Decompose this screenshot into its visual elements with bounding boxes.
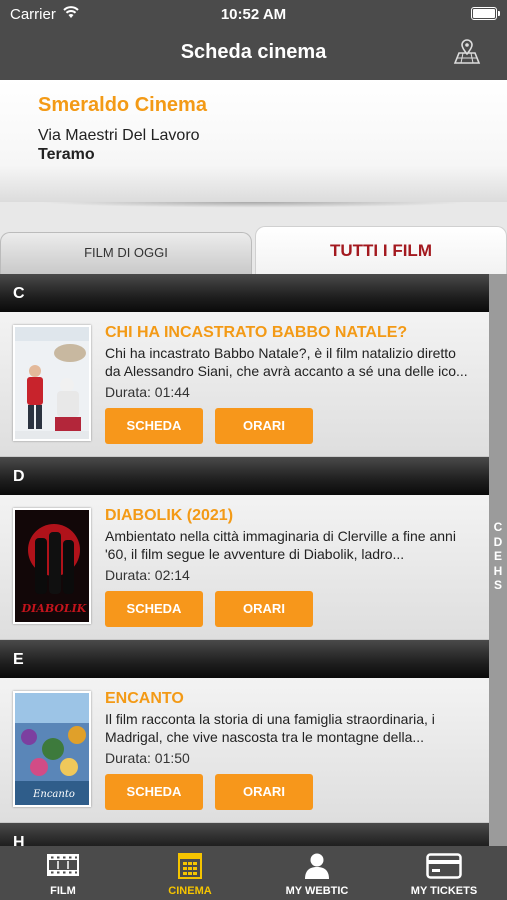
index-letter-d[interactable]: D [489, 535, 507, 550]
cinema-building-icon [127, 851, 253, 879]
header-shadow [0, 202, 507, 218]
tab-my-webtic-label: MY WEBTIC [285, 885, 349, 897]
orari-button[interactable]: ORARI [215, 591, 313, 627]
cinema-city: Teramo [38, 146, 95, 163]
index-letter-h[interactable]: H [489, 564, 507, 579]
top-bar: Carrier 10:52 AM Scheda cinema [0, 0, 507, 80]
film-item[interactable]: Encanto ENCANTO Il film racconta la stor… [0, 678, 489, 823]
section-header-c: C [0, 274, 489, 312]
map-location-icon[interactable] [452, 38, 482, 66]
tab-cinema-label: CINEMA [168, 885, 212, 897]
film-description: Ambientato nella città immaginaria di Cl… [105, 528, 456, 562]
cinema-street: Via Maestri Del Lavoro [38, 127, 200, 144]
orari-button[interactable]: ORARI [215, 774, 313, 810]
cinema-name: Smeraldo Cinema [38, 94, 207, 116]
orari-button[interactable]: ORARI [215, 408, 313, 444]
svg-text:Encanto: Encanto [32, 789, 75, 800]
film-description: Chi ha incastrato Babbo Natale?, è il fi… [105, 345, 468, 379]
user-icon [254, 851, 380, 879]
tab-my-webtic[interactable]: MY WEBTIC [254, 846, 380, 900]
film-item[interactable]: CHI HA INCASTRATO BABBO NATALE? Chi ha i… [0, 312, 489, 457]
scheda-button[interactable]: SCHEDA [105, 408, 203, 444]
index-letter-s[interactable]: S [489, 578, 507, 593]
scheda-button[interactable]: SCHEDA [105, 774, 203, 810]
film-tabs: FILM DI OGGI TUTTI I FILM [0, 226, 507, 274]
ticket-card-icon [381, 851, 507, 879]
film-title[interactable]: ENCANTO [105, 690, 184, 708]
section-header-h: H [0, 823, 489, 846]
film-item[interactable]: DIABOLIK DIABOLIK (2021) Ambientato nell… [0, 495, 489, 640]
film-poster-image[interactable]: Encanto [13, 691, 91, 807]
film-list[interactable]: C CHI HA INCASTRATO BABBO NATALE? Chi ha… [0, 274, 489, 846]
film-poster-image[interactable]: DIABOLIK [13, 508, 91, 624]
tab-cinema[interactable]: CINEMA [127, 846, 253, 900]
film-poster-image[interactable] [13, 325, 91, 441]
film-duration: Durata: 02:14 [105, 567, 190, 583]
tab-tutti-i-film[interactable]: TUTTI I FILM [255, 226, 507, 274]
tab-film-di-oggi[interactable]: FILM DI OGGI [0, 232, 252, 274]
index-letter-c[interactable]: C [489, 520, 507, 535]
battery-icon [471, 7, 500, 20]
index-letters[interactable]: C D E H S [489, 520, 507, 593]
film-strip-icon [0, 851, 126, 879]
film-title[interactable]: CHI HA INCASTRATO BABBO NATALE? [105, 324, 407, 342]
tab-film[interactable]: FILM [0, 846, 126, 900]
svg-text:DIABOLIK: DIABOLIK [21, 602, 87, 615]
section-header-d: D [0, 457, 489, 495]
clock: 10:52 AM [220, 6, 287, 23]
tab-my-tickets[interactable]: MY TICKETS [381, 846, 507, 900]
film-duration: Durata: 01:44 [105, 384, 190, 400]
film-description: Il film racconta la storia di una famigl… [105, 711, 435, 745]
tab-my-tickets-label: MY TICKETS [410, 885, 478, 897]
tab-film-label: FILM [50, 885, 76, 897]
scheda-button[interactable]: SCHEDA [105, 591, 203, 627]
bottom-tab-bar: FILM CINEMA MY WEBTIC MY TICKETS [0, 846, 507, 900]
cinema-header: Smeraldo Cinema Via Maestri Del Lavoro T… [0, 80, 507, 202]
status-bar: Carrier 10:52 AM [0, 0, 507, 28]
index-letter-e[interactable]: E [489, 549, 507, 564]
section-header-e: E [0, 640, 489, 678]
film-duration: Durata: 01:50 [105, 750, 190, 766]
page-title: Scheda cinema [180, 41, 327, 63]
film-title[interactable]: DIABOLIK (2021) [105, 507, 233, 525]
section-index-bar[interactable]: C D E H S [489, 274, 507, 846]
